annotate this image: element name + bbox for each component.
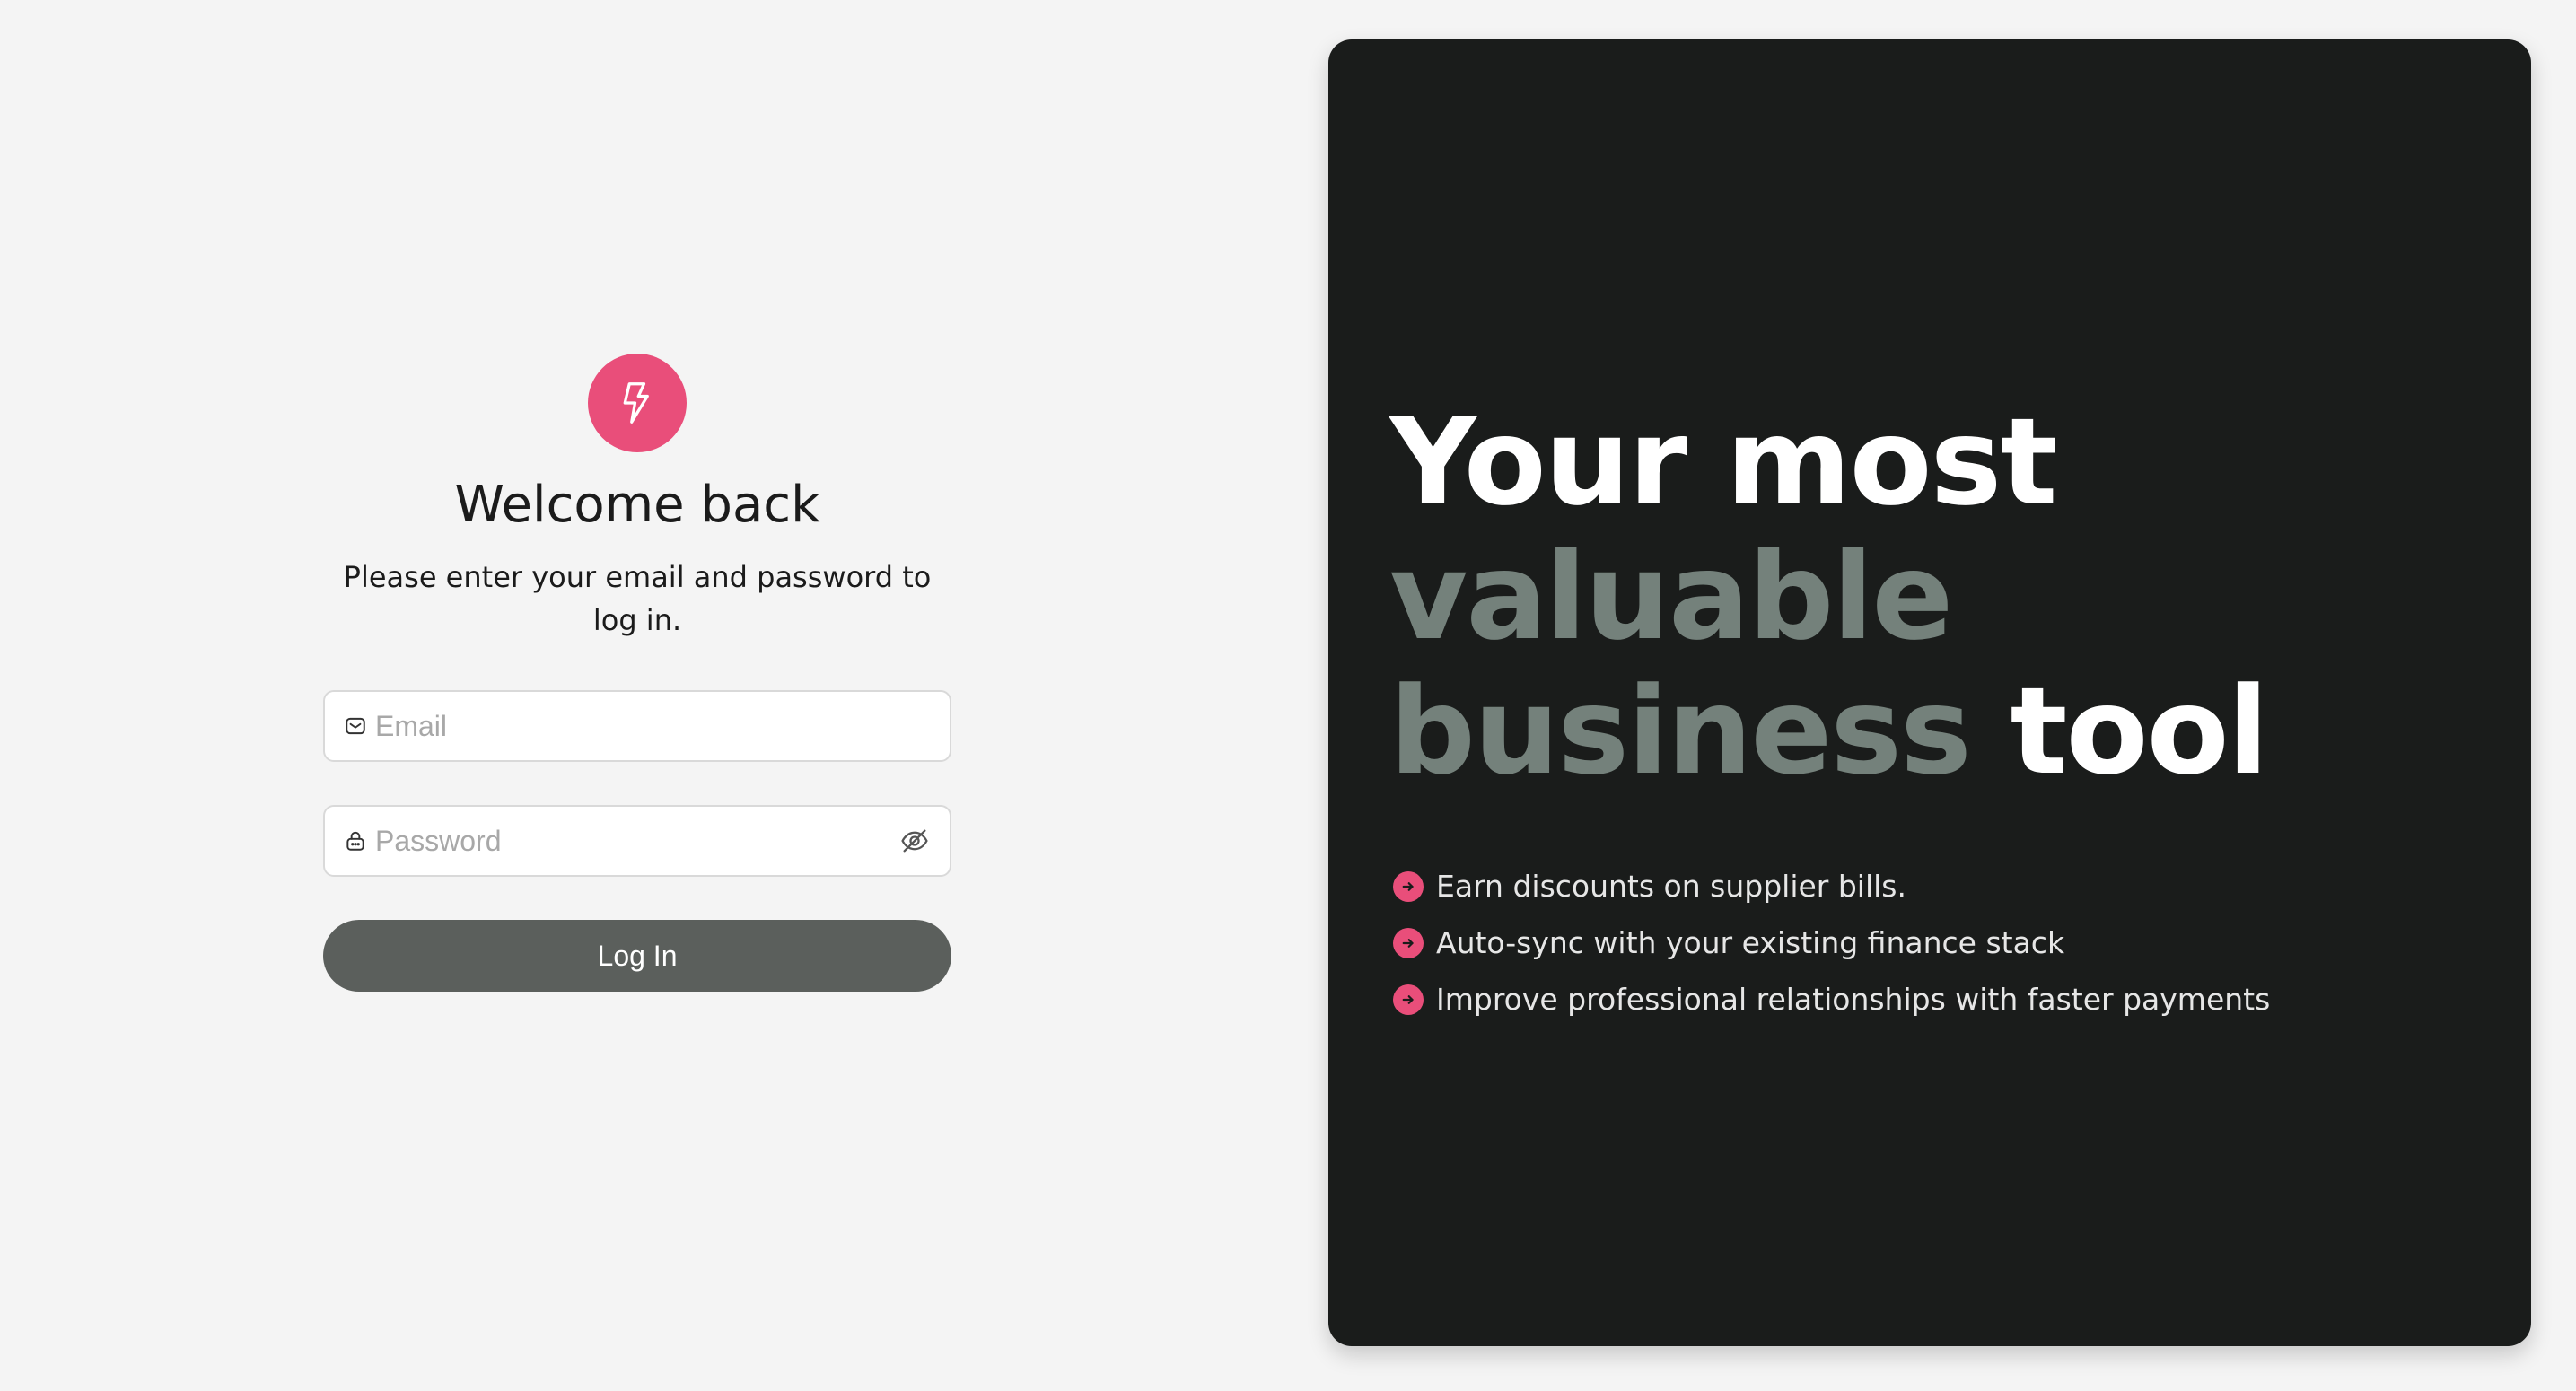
arrow-right-circle-icon — [1393, 870, 1424, 902]
headline-word-business: business — [1389, 661, 1972, 801]
list-item: Auto-sync with your existing finance sta… — [1393, 914, 2270, 971]
list-item: Improve professional relationships with … — [1393, 971, 2270, 1028]
feature-text: Improve professional relationships with … — [1436, 982, 2271, 1017]
hero-headline: Your most valuable business tool — [1389, 392, 2269, 801]
headline-line-2: valuable — [1389, 527, 1953, 667]
lightning-bolt-icon — [588, 354, 687, 452]
arrow-right-circle-icon — [1393, 927, 1424, 958]
lock-icon — [343, 828, 368, 853]
eye-off-icon[interactable] — [898, 824, 932, 858]
headline-line-3: business tool — [1389, 661, 2269, 801]
email-input[interactable] — [375, 709, 932, 743]
feature-list: Earn discounts on supplier bills. Auto-s… — [1393, 858, 2270, 1028]
page-subtitle: Please enter your email and password to … — [343, 560, 932, 637]
login-form: Welcome back Please enter your email and… — [323, 354, 951, 992]
password-field[interactable] — [323, 805, 951, 877]
list-item: Earn discounts on supplier bills. — [1393, 858, 2270, 914]
email-field[interactable] — [323, 690, 951, 762]
headline-word-tool: tool — [2010, 661, 2268, 801]
marketing-panel: Your most valuable business tool Earn di… — [1328, 39, 2531, 1346]
arrow-right-circle-icon — [1393, 984, 1424, 1015]
mail-icon — [343, 713, 368, 739]
password-input[interactable] — [375, 824, 898, 858]
login-page: Welcome back Please enter your email and… — [0, 0, 2576, 1391]
feature-text: Earn discounts on supplier bills. — [1436, 869, 1906, 904]
headline-line-1: Your most — [1389, 392, 2057, 532]
login-button[interactable]: Log In — [323, 920, 951, 992]
page-title: Welcome back — [454, 476, 820, 534]
feature-text: Auto-sync with your existing finance sta… — [1436, 925, 2065, 960]
